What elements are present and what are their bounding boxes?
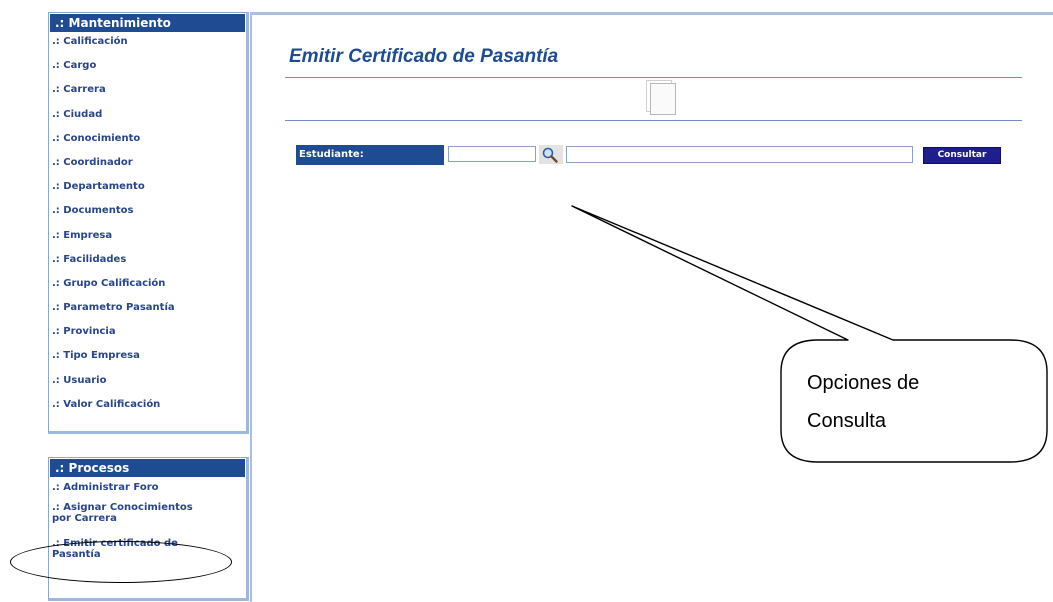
menu-item-ciudad[interactable]: .: Ciudad (49, 106, 246, 130)
menu-item-documentos[interactable]: .: Documentos (49, 202, 246, 226)
page-title: Emitir Certificado de Pasantía (289, 46, 559, 67)
menu-item-empresa[interactable]: .: Empresa (49, 227, 246, 251)
menu-item-administrar-foro[interactable]: .: Administrar Foro (49, 478, 246, 502)
highlight-ellipse (10, 541, 232, 583)
student-name-input[interactable] (566, 146, 913, 163)
callout-line-2: Consulta (807, 410, 886, 432)
mantenimiento-panel: .: Mantenimiento .: Calificación .: Carg… (48, 12, 249, 434)
student-code-input[interactable] (448, 146, 536, 162)
icon-divider (285, 120, 1022, 121)
menu-item-coordinador[interactable]: .: Coordinador (49, 154, 246, 178)
menu-item-parametro-pasantia[interactable]: .: Parametro Pasantía (49, 299, 246, 323)
menu-item-usuario[interactable]: .: Usuario (49, 372, 246, 396)
title-divider (285, 77, 1022, 78)
menu-item-cargo[interactable]: .: Cargo (49, 57, 246, 81)
document-icon (650, 83, 676, 115)
menu-item-grupo-calificacion[interactable]: .: Grupo Calificación (49, 275, 246, 299)
menu-item-tipo-empresa[interactable]: .: Tipo Empresa (49, 347, 246, 371)
callout-line-1: Opciones de (807, 372, 920, 394)
menu-item-conocimiento[interactable]: .: Conocimiento (49, 130, 246, 154)
callout-text: Opciones de Consulta (807, 364, 1007, 440)
menu-item-calificacion[interactable]: .: Calificación (49, 33, 246, 57)
menu-item-asignar-conocimientos[interactable]: .: Asignar Conocimientos por Carrera (49, 502, 202, 538)
mantenimiento-header: .: Mantenimiento (50, 14, 245, 32)
menu-item-provincia[interactable]: .: Provincia (49, 323, 246, 347)
menu-item-carrera[interactable]: .: Carrera (49, 81, 246, 105)
search-icon[interactable] (539, 145, 563, 164)
consultar-button[interactable]: Consultar (923, 147, 1001, 164)
procesos-header: .: Procesos (50, 459, 245, 477)
menu-item-departamento[interactable]: .: Departamento (49, 178, 246, 202)
menu-item-facilidades[interactable]: .: Facilidades (49, 251, 246, 275)
menu-item-valor-calificacion[interactable]: .: Valor Calificación (49, 396, 246, 420)
student-label: Estudiante: (296, 145, 444, 165)
